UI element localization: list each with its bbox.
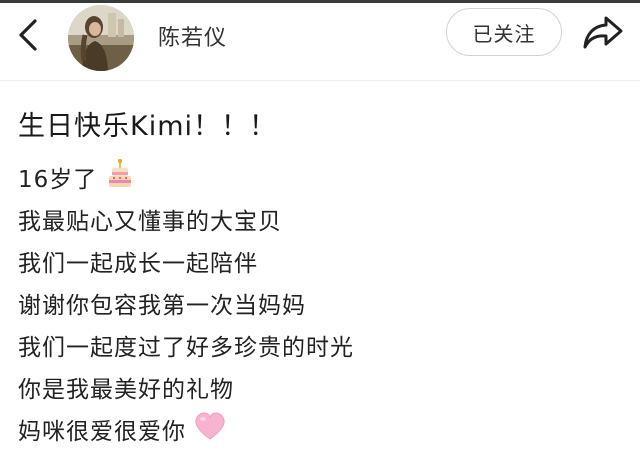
- post-line: 我们一起成长一起陪伴: [18, 240, 618, 282]
- post-line: 你是我最美好的礼物: [18, 366, 618, 408]
- share-button[interactable]: [580, 11, 626, 53]
- back-button[interactable]: [10, 17, 46, 53]
- post-title: 生日快乐Kimi！！！: [18, 111, 278, 142]
- post-line-text: 谢谢你包容我第一次当妈妈: [18, 293, 306, 319]
- post-line-text: 我们一起成长一起陪伴: [18, 251, 258, 277]
- post-body: 16岁了 我最贴心又懂事的大宝贝 我们一起成长一起陪伴 谢谢你包容我第一次当妈妈…: [18, 156, 618, 450]
- username[interactable]: 陈若仪: [158, 20, 227, 52]
- follow-button[interactable]: 已关注: [446, 8, 562, 56]
- post-line: 谢谢你包容我第一次当妈妈: [18, 282, 618, 324]
- post-line: 16岁了: [18, 156, 618, 198]
- header-divider: [0, 80, 640, 81]
- post-line: 妈咪很爱很爱你: [18, 408, 618, 450]
- birthday-cake-icon: [105, 158, 135, 195]
- avatar[interactable]: [68, 5, 134, 71]
- post-line-text: 我们一起度过了好多珍贵的时光: [18, 335, 354, 361]
- post-line: 我们一起度过了好多珍贵的时光: [18, 324, 618, 366]
- avatar-photo: [68, 5, 134, 71]
- post-line-text: 16岁了: [18, 167, 98, 193]
- post-line-text: 你是我最美好的礼物: [18, 377, 234, 403]
- post-line-text: 妈咪很爱很爱你: [18, 419, 186, 445]
- post-line-text: 我最贴心又懂事的大宝贝: [18, 209, 282, 235]
- post-header: 陈若仪 已关注: [0, 3, 640, 80]
- share-arrow-icon: [583, 16, 623, 49]
- post-page: 陈若仪 已关注 生日快乐Kimi！！！ 16岁了 我最贴心又懂事的大宝贝 我们一…: [0, 0, 640, 468]
- pink-heart-icon: [194, 411, 226, 447]
- chevron-left-icon: [19, 19, 37, 51]
- post-line: 我最贴心又懂事的大宝贝: [18, 198, 618, 240]
